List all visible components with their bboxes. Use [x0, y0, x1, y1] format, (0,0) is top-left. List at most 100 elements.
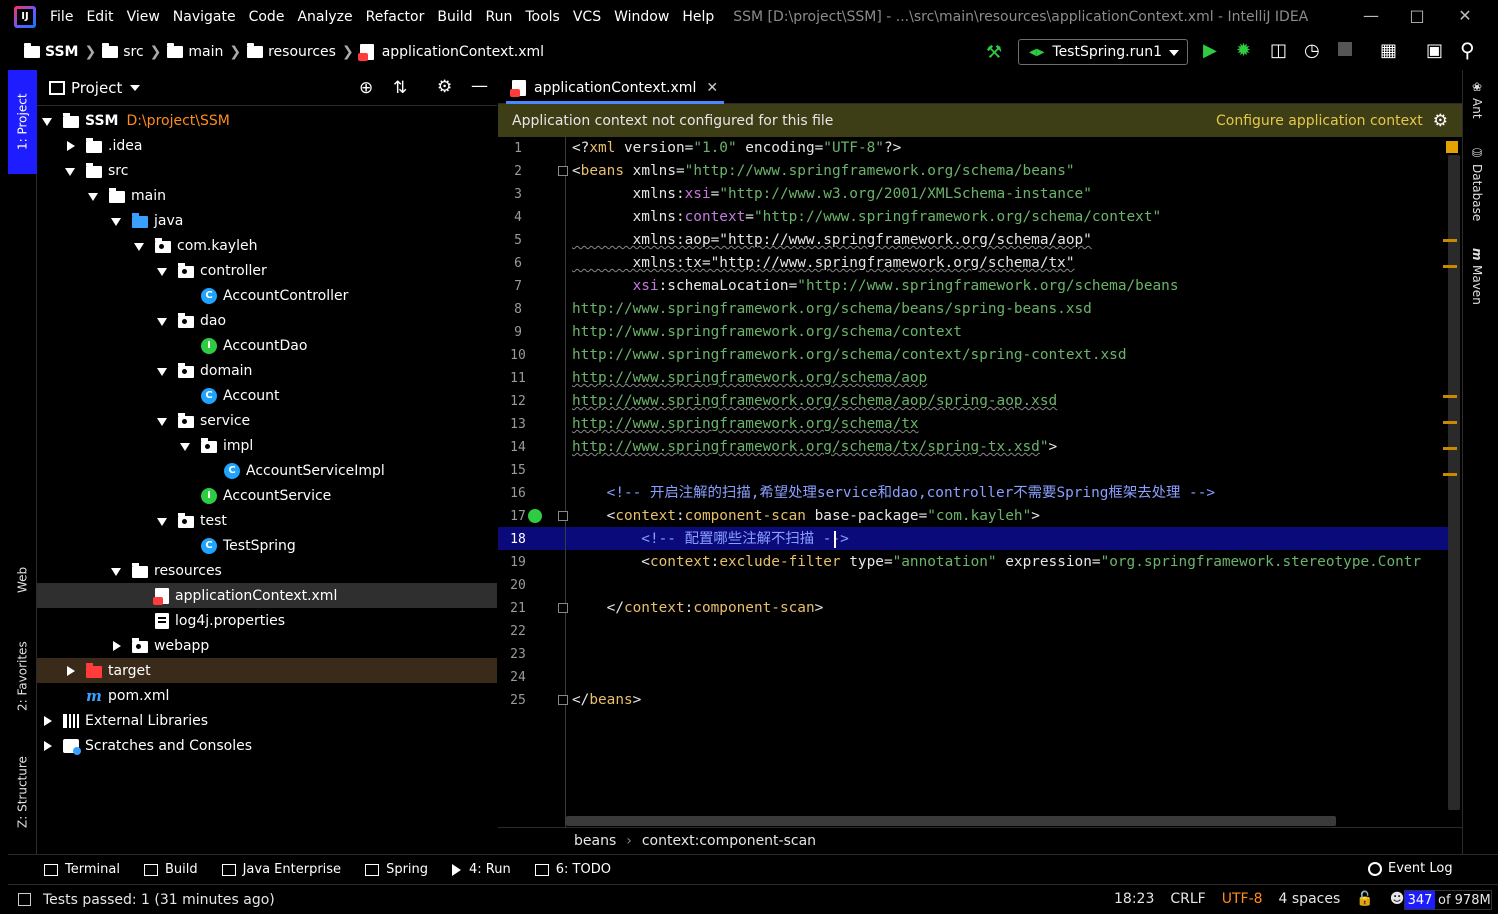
collapsed-arrow-icon[interactable] — [41, 740, 53, 752]
editor-breadcrumb-item[interactable]: context:component-scan — [642, 833, 816, 849]
code-line[interactable]: http://www.springframework.org/schema/tx — [572, 413, 919, 436]
code-line[interactable]: <beans xmlns="http://www.springframework… — [572, 160, 1075, 183]
debug-icon[interactable]: ✹ — [1236, 40, 1251, 61]
tool-tab-4-run[interactable]: 4: Run — [452, 862, 511, 877]
tree-item[interactable]: java — [37, 208, 497, 233]
tree-item[interactable]: applicationContext.xml — [37, 583, 497, 608]
coverage-icon[interactable]: ◫ — [1270, 40, 1287, 61]
editor-breadcrumb-item[interactable]: beans — [574, 833, 616, 849]
code-line[interactable]: http://www.springframework.org/schema/tx… — [572, 436, 1057, 459]
read-only-lock-icon[interactable]: 🔓 — [1356, 891, 1373, 907]
tree-item[interactable]: .idea — [37, 133, 497, 158]
menu-run[interactable]: Run — [486, 9, 513, 25]
file-encoding[interactable]: UTF-8 — [1222, 891, 1263, 907]
expanded-arrow-icon[interactable] — [156, 415, 168, 427]
tree-item[interactable]: test — [37, 508, 497, 533]
expanded-arrow-icon[interactable] — [156, 265, 168, 277]
code-line[interactable]: <context:component-scan base-package="co… — [572, 505, 1040, 528]
tree-item[interactable]: SSM D:\project\SSM — [37, 108, 497, 133]
tree-item[interactable]: dao — [37, 308, 497, 333]
tree-item[interactable]: I AccountDao — [37, 333, 497, 358]
tree-item[interactable]: domain — [37, 358, 497, 383]
expanded-arrow-icon[interactable] — [110, 215, 122, 227]
memory-indicator[interactable]: 347 of 978M — [1404, 890, 1492, 910]
expanded-arrow-icon[interactable] — [110, 565, 122, 577]
indent-setting[interactable]: 4 spaces — [1279, 891, 1341, 907]
collapse-all-icon[interactable]: ⇅ — [393, 78, 407, 98]
line-separator[interactable]: CRLF — [1170, 891, 1205, 907]
tree-item[interactable]: resources — [37, 558, 497, 583]
spring-bean-gutter-icon[interactable] — [528, 509, 542, 523]
warning-stripe-mark[interactable] — [1443, 265, 1457, 268]
code-line[interactable]: </context:component-scan> — [572, 597, 824, 620]
run-configuration-select[interactable]: ◀▶ TestSpring.run1 — [1018, 39, 1188, 65]
breadcrumb-item[interactable]: main — [167, 43, 223, 60]
run-icon[interactable]: ▶ — [1203, 40, 1217, 61]
tree-item[interactable]: Scratches and Consoles — [37, 733, 497, 758]
minimize-icon[interactable]: — — [1348, 0, 1394, 34]
tree-item[interactable]: m pom.xml — [37, 683, 497, 708]
tree-item[interactable]: External Libraries — [37, 708, 497, 733]
menu-view[interactable]: View — [127, 9, 160, 25]
tool-tab-java-enterprise[interactable]: Java Enterprise — [221, 862, 341, 877]
tree-item[interactable]: impl — [37, 433, 497, 458]
inspection-warning-icon[interactable] — [1446, 141, 1458, 153]
breadcrumb-item[interactable]: src — [102, 43, 144, 60]
profile-icon[interactable]: ◷ — [1304, 40, 1320, 61]
collapsed-arrow-icon[interactable] — [64, 665, 76, 677]
code-line[interactable]: <?xml version="1.0" encoding="UTF-8"?> — [572, 137, 901, 160]
tree-item[interactable]: src — [37, 158, 497, 183]
project-panel-title[interactable]: Project — [71, 79, 122, 97]
code-editor[interactable]: <?xml version="1.0" encoding="UTF-8"?> <b… — [566, 137, 1448, 827]
horizontal-scrollbar[interactable] — [566, 816, 1336, 826]
code-line[interactable]: </beans> — [572, 689, 641, 712]
build-hammer-icon[interactable]: ⚒ — [986, 42, 1002, 63]
tree-item[interactable]: C Account — [37, 383, 497, 408]
menu-build[interactable]: Build — [437, 9, 472, 25]
expanded-arrow-icon[interactable] — [179, 440, 191, 452]
collapsed-arrow-icon[interactable] — [64, 140, 76, 152]
code-line[interactable]: <context:exclude-filter type="annotation… — [572, 551, 1421, 574]
vertical-scrollbar[interactable] — [1448, 155, 1460, 810]
warning-stripe-mark[interactable] — [1443, 395, 1457, 398]
expanded-arrow-icon[interactable] — [41, 115, 53, 127]
expanded-arrow-icon[interactable] — [156, 515, 168, 527]
expanded-arrow-icon[interactable] — [133, 240, 145, 252]
tool-tab-spring[interactable]: Spring — [365, 862, 428, 877]
code-line[interactable]: xmlns:xsi="http://www.w3.org/2001/XMLSch… — [572, 183, 1092, 206]
menu-help[interactable]: Help — [682, 9, 714, 25]
menu-refactor[interactable]: Refactor — [366, 9, 425, 25]
code-line[interactable]: xmlns:aop="http://www.springframework.or… — [572, 229, 1092, 252]
tool-tab-web[interactable]: Web — [8, 550, 37, 610]
stop-icon[interactable] — [1338, 42, 1352, 56]
code-line[interactable]: http://www.springframework.org/schema/co… — [572, 344, 1127, 367]
menu-edit[interactable]: Edit — [86, 9, 113, 25]
menu-analyze[interactable]: Analyze — [297, 9, 352, 25]
gear-icon[interactable]: ⚙ — [437, 77, 452, 97]
tool-tab-build[interactable]: Build — [143, 862, 198, 877]
tree-item[interactable]: main — [37, 183, 497, 208]
code-line[interactable]: http://www.springframework.org/schema/co… — [572, 321, 962, 344]
warning-stripe-mark[interactable] — [1443, 239, 1457, 242]
tree-item[interactable]: webapp — [37, 633, 497, 658]
code-line[interactable]: xmlns:tx="http://www.springframework.org… — [572, 252, 1075, 275]
configure-context-link[interactable]: Configure application context ⚙ — [1216, 111, 1448, 131]
expanded-arrow-icon[interactable] — [156, 365, 168, 377]
tree-item[interactable]: log4j.properties — [37, 608, 497, 633]
warning-stripe-mark[interactable] — [1443, 421, 1457, 424]
breadcrumb-item[interactable]: SSM — [24, 43, 78, 60]
code-line[interactable]: http://www.springframework.org/schema/be… — [572, 298, 1092, 321]
collapsed-arrow-icon[interactable] — [110, 640, 122, 652]
tool-tab-terminal[interactable]: Terminal — [44, 862, 120, 877]
code-line[interactable]: <!-- 配置哪些注解不扫描 --> — [572, 528, 849, 551]
menu-tools[interactable]: Tools — [525, 9, 560, 25]
warning-stripe-mark[interactable] — [1443, 447, 1457, 450]
code-line[interactable]: xsi:schemaLocation="http://www.springfra… — [572, 275, 1179, 298]
caret-position[interactable]: 18:23 — [1114, 891, 1154, 907]
menu-file[interactable]: File — [50, 9, 73, 25]
expanded-arrow-icon[interactable] — [64, 165, 76, 177]
code-line[interactable]: http://www.springframework.org/schema/ao… — [572, 367, 927, 390]
status-message[interactable]: Tests passed: 1 (31 minutes ago) — [43, 892, 275, 908]
tab-applicationcontext-xml[interactable]: applicationContext.xml ✕ — [506, 74, 725, 104]
inspector-icon[interactable]: ☻ — [1390, 891, 1405, 907]
